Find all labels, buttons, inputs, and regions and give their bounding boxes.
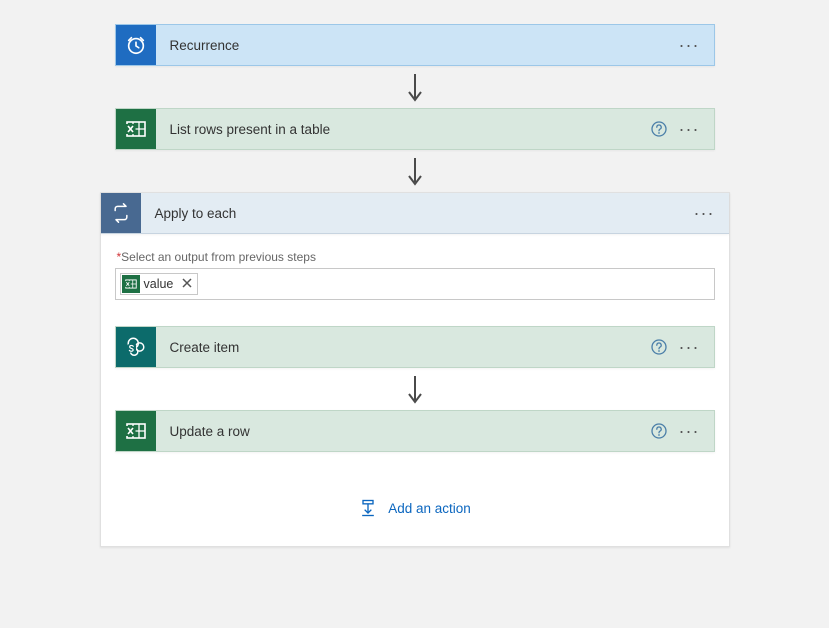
token-label: value xyxy=(144,277,174,291)
step-title: Update a row xyxy=(156,424,651,439)
excel-icon xyxy=(122,275,140,293)
step-title: Recurrence xyxy=(156,38,679,53)
help-icon[interactable] xyxy=(651,423,667,439)
connector-arrow xyxy=(403,66,427,108)
more-icon[interactable]: ··· xyxy=(679,120,700,138)
output-selector-input[interactable]: value xyxy=(115,268,715,300)
help-icon[interactable] xyxy=(651,121,667,137)
connector-arrow xyxy=(403,368,427,410)
apply-to-each-header[interactable]: Apply to each ··· xyxy=(101,193,729,234)
add-step-icon xyxy=(358,498,378,518)
more-icon[interactable]: ··· xyxy=(679,338,700,356)
loop-icon xyxy=(101,193,141,233)
remove-token-icon[interactable] xyxy=(181,277,193,292)
more-icon[interactable]: ··· xyxy=(679,422,700,440)
add-action-label: Add an action xyxy=(388,501,471,516)
connector-arrow xyxy=(403,150,427,192)
apply-to-each-container: Apply to each ··· *Select an output from… xyxy=(100,192,730,547)
update-row-step[interactable]: Update a row ··· xyxy=(115,410,715,452)
more-icon[interactable]: ··· xyxy=(694,204,715,222)
create-item-step[interactable]: Create item ··· xyxy=(115,326,715,368)
sharepoint-icon xyxy=(116,327,156,367)
value-token[interactable]: value xyxy=(120,273,199,295)
step-title: Apply to each xyxy=(141,206,694,221)
recurrence-step[interactable]: Recurrence ··· xyxy=(115,24,715,66)
excel-icon xyxy=(116,109,156,149)
help-icon[interactable] xyxy=(651,339,667,355)
clock-icon xyxy=(116,25,156,65)
step-title: Create item xyxy=(156,340,651,355)
excel-icon xyxy=(116,411,156,451)
step-title: List rows present in a table xyxy=(156,122,651,137)
list-rows-step[interactable]: List rows present in a table ··· xyxy=(115,108,715,150)
add-action-button[interactable]: Add an action xyxy=(358,498,471,518)
input-label: *Select an output from previous steps xyxy=(117,250,316,264)
more-icon[interactable]: ··· xyxy=(679,36,700,54)
